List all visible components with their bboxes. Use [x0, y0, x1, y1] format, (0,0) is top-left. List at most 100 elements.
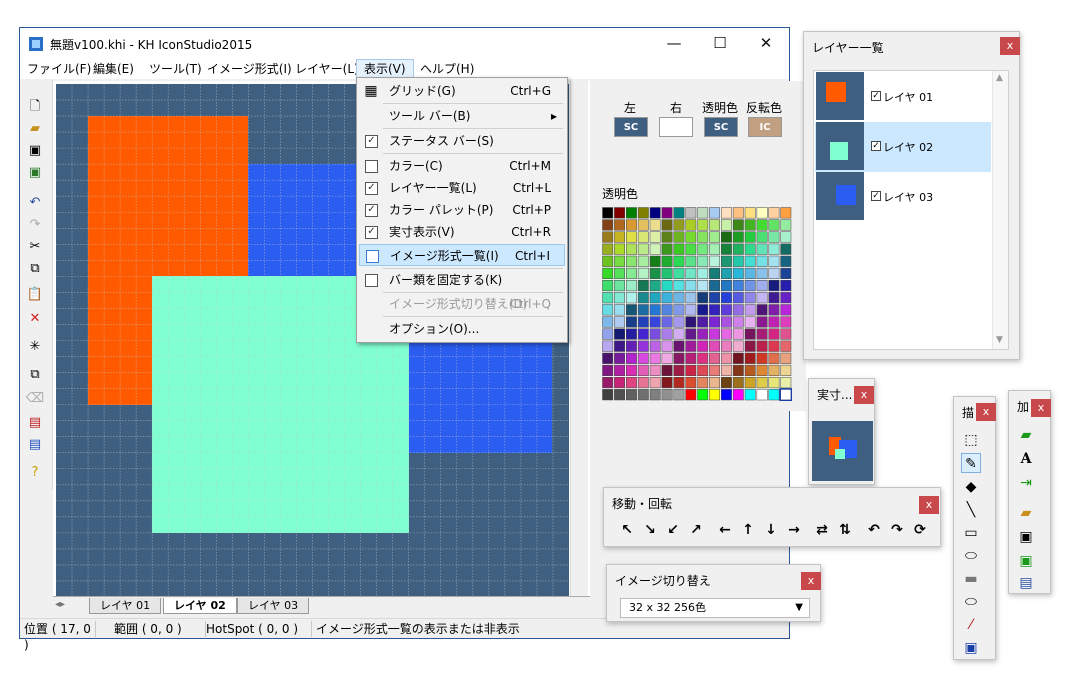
copy-icon[interactable]: ⧉ [25, 260, 45, 278]
palette-swatch[interactable] [721, 364, 732, 376]
palette-swatch[interactable] [614, 243, 625, 255]
palette-swatch[interactable] [661, 389, 673, 401]
check-icon[interactable]: ✓ [871, 91, 881, 101]
palette-swatch[interactable] [673, 389, 685, 401]
palette-swatch[interactable] [673, 364, 685, 376]
tab-layer-02[interactable]: レイヤ 02 [163, 598, 237, 614]
menu-item-switchformat[interactable]: イメージ形式切り替え(D) Ctrl+Q [359, 293, 565, 315]
palette-swatch[interactable] [626, 231, 637, 243]
palette-swatch[interactable] [709, 243, 720, 255]
palette-swatch[interactable] [721, 292, 732, 304]
palette-swatch[interactable] [626, 243, 637, 255]
move-up-icon[interactable]: ↑ [738, 520, 758, 540]
palette-swatch[interactable] [626, 352, 637, 364]
pencil-icon[interactable]: ✎ [961, 453, 981, 473]
palette-swatch[interactable] [649, 316, 661, 328]
palette-swatch[interactable] [661, 243, 673, 255]
palette-swatch[interactable] [697, 316, 709, 328]
filled-rect-icon[interactable]: ▬ [961, 569, 981, 589]
palette-swatch[interactable] [626, 280, 637, 292]
palette-swatch[interactable] [732, 243, 744, 255]
palette-swatch[interactable] [732, 304, 744, 316]
palette-swatch[interactable] [614, 352, 625, 364]
edit-tools-close-button[interactable]: x [1031, 399, 1051, 417]
palette-swatch[interactable] [685, 316, 697, 328]
rotate-right-icon[interactable]: ↷ [887, 520, 907, 540]
palette-swatch[interactable] [661, 267, 673, 279]
palette-swatch[interactable] [709, 328, 720, 340]
palette-swatch[interactable] [756, 219, 768, 231]
palette-swatch[interactable] [602, 267, 614, 279]
palette-swatch[interactable] [602, 231, 614, 243]
palette-swatch[interactable] [614, 255, 625, 267]
palette-swatch[interactable] [626, 364, 637, 376]
palette-swatch[interactable] [661, 280, 673, 292]
palette-swatch[interactable] [780, 340, 792, 352]
palette-swatch[interactable] [637, 316, 649, 328]
palette-swatch[interactable] [721, 389, 732, 401]
palette-swatch[interactable] [780, 389, 792, 401]
palette-swatch[interactable] [721, 316, 732, 328]
palette-swatch[interactable] [685, 340, 697, 352]
palette-swatch[interactable] [637, 377, 649, 389]
palette-swatch[interactable] [661, 340, 673, 352]
palette-swatch[interactable] [732, 267, 744, 279]
palette-swatch[interactable] [697, 219, 709, 231]
move-down-right-icon[interactable]: ↘ [640, 520, 660, 540]
palette-swatch[interactable] [685, 231, 697, 243]
menu-item-toolbar[interactable]: ツール バー(B) ▸ [359, 105, 565, 127]
palette-swatch[interactable] [673, 340, 685, 352]
palette-swatch[interactable] [721, 255, 732, 267]
palette-swatch[interactable] [673, 219, 685, 231]
help-icon[interactable]: ? [25, 464, 45, 482]
right-color-swatch[interactable] [659, 117, 693, 137]
palette-swatch[interactable] [756, 328, 768, 340]
flip-horizontal-icon[interactable]: ⇄ [812, 520, 832, 540]
palette-swatch[interactable] [637, 255, 649, 267]
palette-swatch[interactable] [685, 377, 697, 389]
palette-swatch[interactable] [697, 243, 709, 255]
palette-swatch[interactable] [673, 352, 685, 364]
move-rotate-close-button[interactable]: x [919, 496, 939, 514]
palette-swatch[interactable] [744, 316, 756, 328]
palette-swatch[interactable] [626, 340, 637, 352]
palette-swatch[interactable] [661, 352, 673, 364]
palette-swatch[interactable] [614, 364, 625, 376]
palette-swatch[interactable] [614, 207, 625, 219]
palette-swatch[interactable] [602, 292, 614, 304]
rotate-180-icon[interactable]: ⟳ [910, 520, 930, 540]
palette-swatch[interactable] [709, 255, 720, 267]
palette-swatch[interactable] [780, 316, 792, 328]
palette-swatch[interactable] [685, 255, 697, 267]
palette-swatch[interactable] [661, 207, 673, 219]
layer-row[interactable]: ✓ レイヤ 03 [815, 172, 991, 222]
palette-swatch[interactable] [721, 328, 732, 340]
fill-rect-icon[interactable]: ▰ [1016, 425, 1036, 445]
palette-swatch[interactable] [756, 243, 768, 255]
palette-swatch[interactable] [685, 304, 697, 316]
palette-swatch[interactable] [744, 328, 756, 340]
palette-swatch[interactable] [768, 267, 780, 279]
menu-item-lockbars[interactable]: バー類を固定する(K) [359, 269, 565, 291]
move-down-left-icon[interactable]: ↙ [663, 520, 683, 540]
palette-swatch[interactable] [709, 219, 720, 231]
palette-swatch[interactable] [649, 255, 661, 267]
menu-item-layerlist[interactable]: ✓ レイヤー一覧(L) Ctrl+L [359, 177, 565, 199]
palette-swatch[interactable] [768, 377, 780, 389]
palette-swatch[interactable] [697, 389, 709, 401]
export-icon[interactable]: ⇥ [1016, 473, 1036, 493]
palette-swatch[interactable] [697, 267, 709, 279]
palette-swatch[interactable] [709, 292, 720, 304]
move-left-icon[interactable]: ← [715, 520, 735, 540]
palette-swatch[interactable] [661, 304, 673, 316]
palette-swatch[interactable] [732, 255, 744, 267]
layer-panel-close-button[interactable]: x [1000, 37, 1020, 55]
palette-swatch[interactable] [732, 219, 744, 231]
palette-swatch[interactable] [744, 280, 756, 292]
palette-swatch[interactable] [614, 377, 625, 389]
palette-swatch[interactable] [637, 328, 649, 340]
palette-swatch[interactable] [614, 280, 625, 292]
palette-swatch[interactable] [602, 255, 614, 267]
load-part-icon[interactable]: ▣ [1016, 551, 1036, 571]
palette-swatch[interactable] [602, 304, 614, 316]
